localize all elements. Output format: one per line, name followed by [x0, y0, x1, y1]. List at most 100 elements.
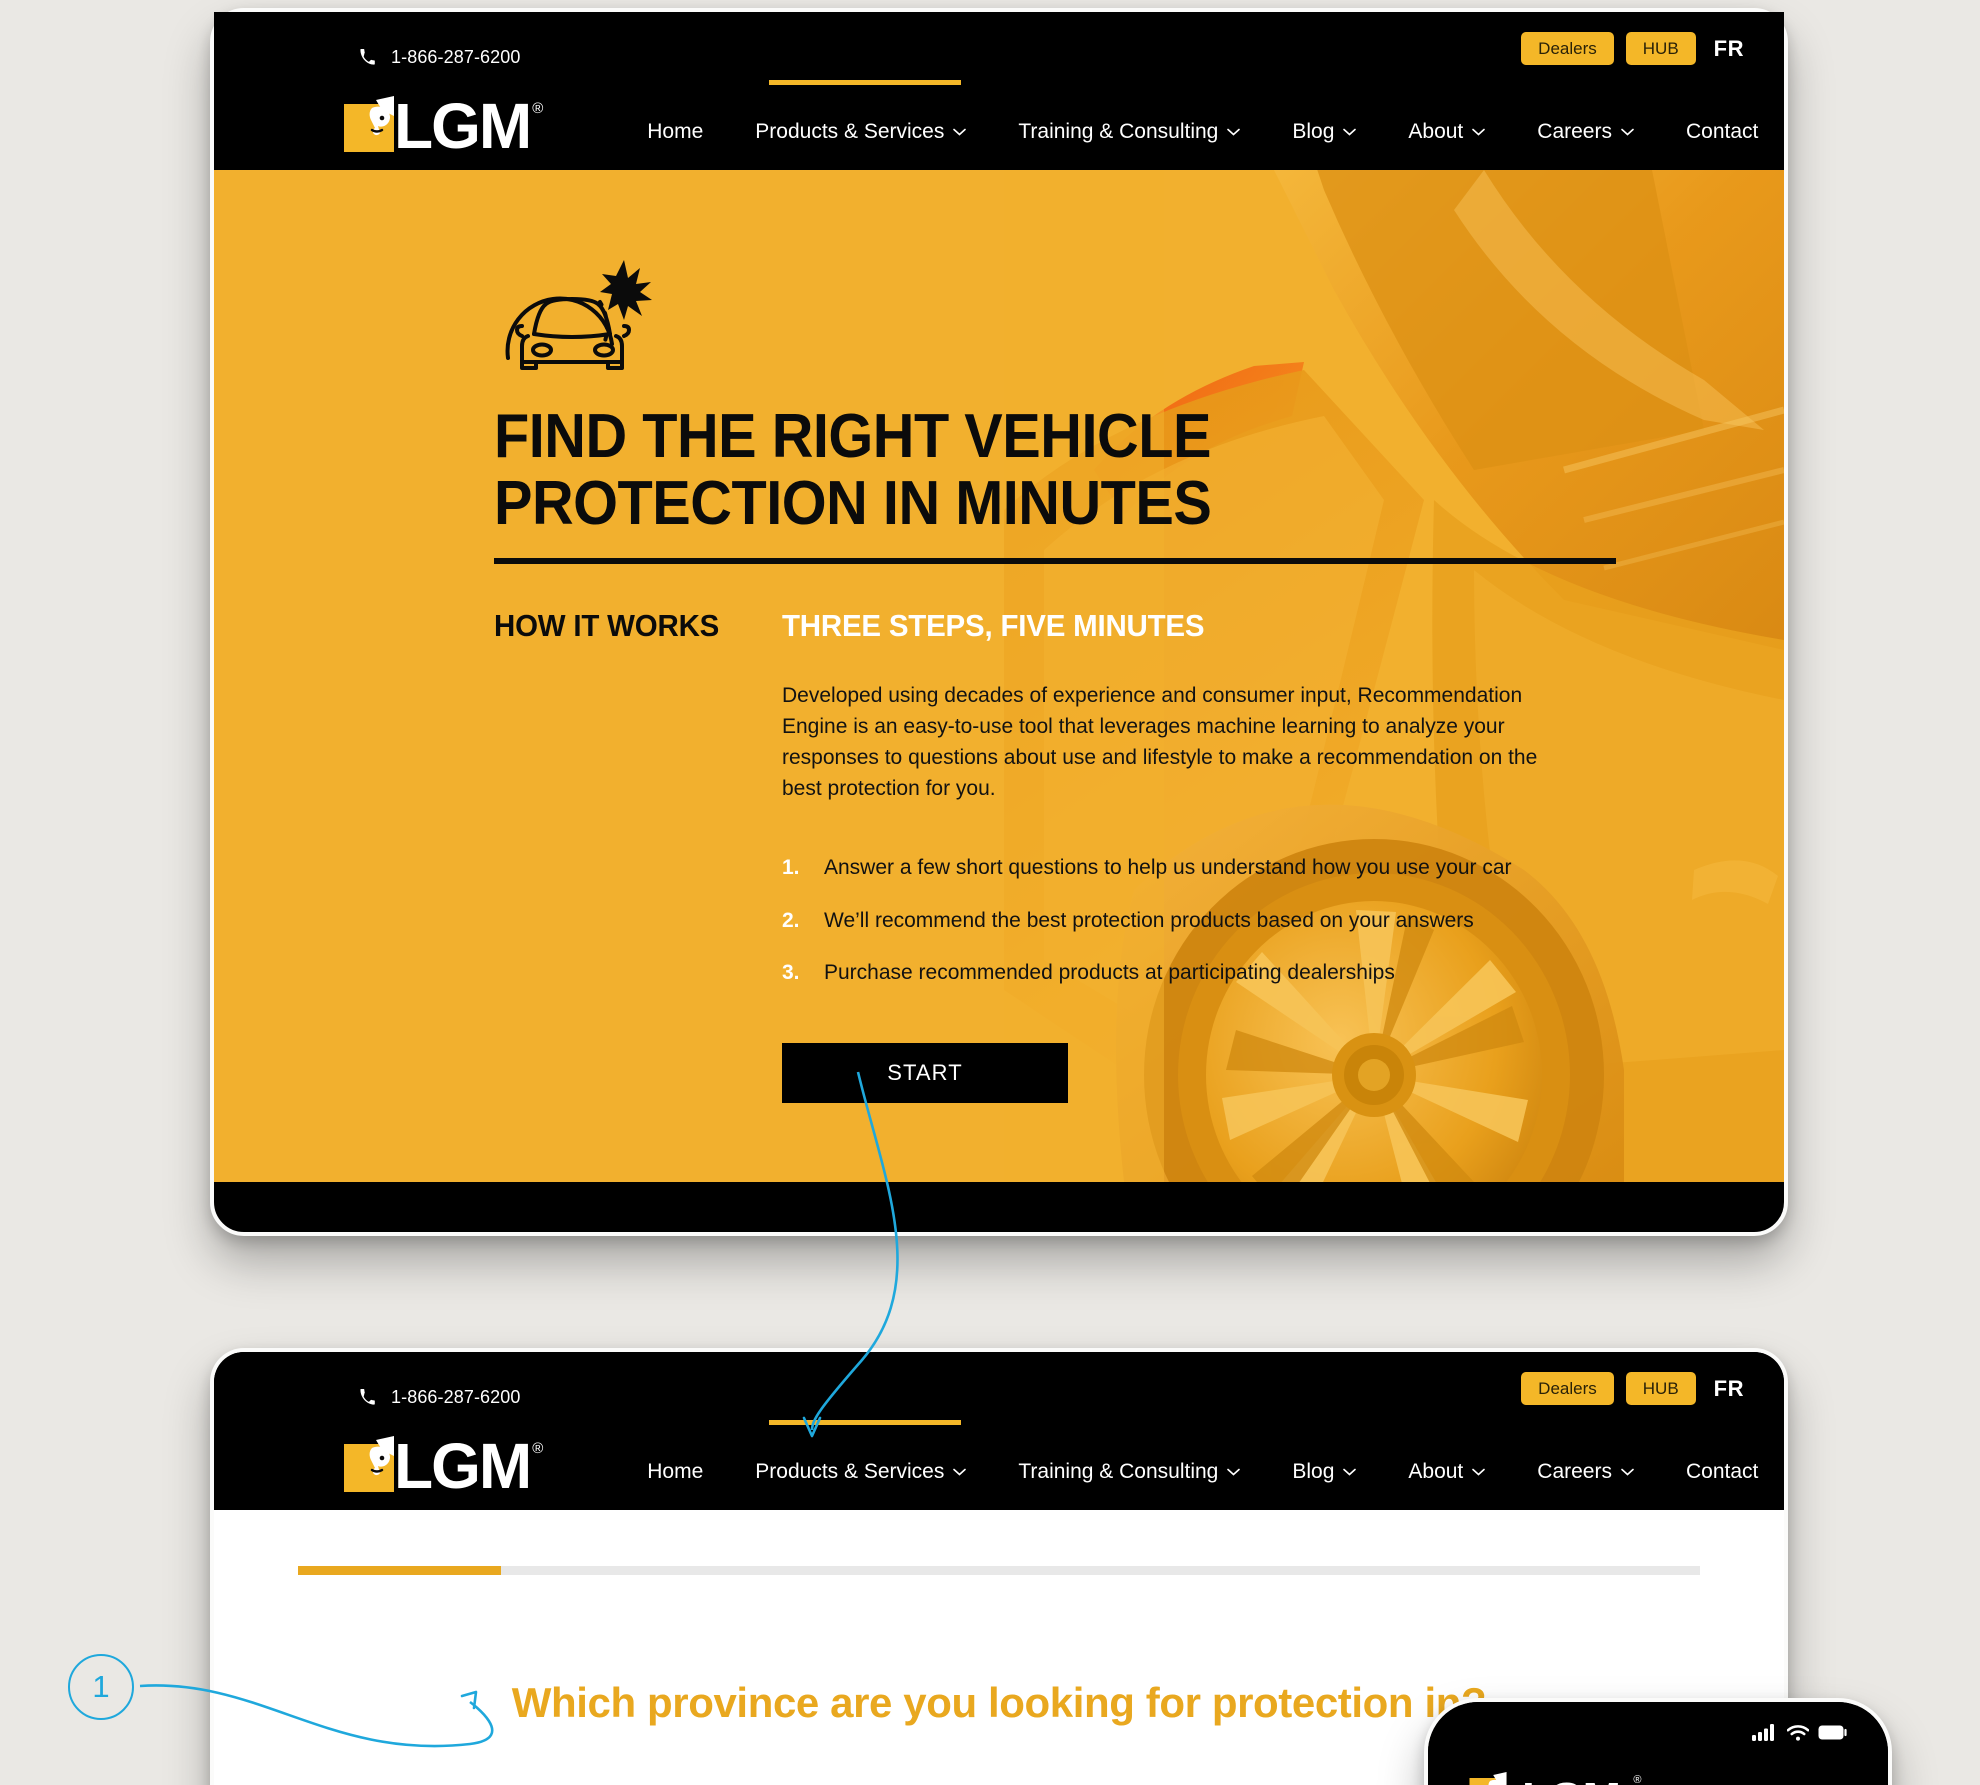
how-it-works-subhead: THREE STEPS, FIVE MINUTES — [782, 607, 1205, 643]
nav-label: Blog — [1292, 1460, 1335, 1483]
page-title: FIND THE RIGHT VEHICLE PROTECTION IN MIN… — [494, 402, 1212, 538]
nav-item-contact[interactable]: Contact — [1660, 120, 1784, 144]
site-logo-2[interactable]: LGM ® — [342, 1429, 583, 1502]
dealers-button-2[interactable]: Dealers — [1521, 1372, 1614, 1405]
phone-status-bar — [1428, 1702, 1888, 1746]
nav-item-home-2[interactable]: Home — [621, 1460, 729, 1484]
list-item: 3. Purchase recommended products at part… — [782, 959, 1422, 987]
phone-contact[interactable]: 1-866-287-6200 — [359, 47, 521, 68]
car-shield-impact-icon — [494, 258, 1784, 370]
logo-wordmark-2: LGM — [394, 1429, 532, 1502]
phone-contact-2[interactable]: 1-866-287-6200 — [359, 1387, 521, 1408]
hero-content: FIND THE RIGHT VEHICLE PROTECTION IN MIN… — [214, 170, 1784, 1104]
nav-label: Training & Consulting — [1018, 120, 1219, 143]
list-item: 2. We’ll recommend the best protection p… — [782, 907, 1474, 935]
site-header-2: 1-866-287-6200 Dealers HUB FR LGM ® Home… — [214, 1352, 1784, 1510]
nav-item-blog[interactable]: Blog — [1266, 120, 1382, 144]
steps-list: 1. Answer a few short questions to help … — [782, 854, 1512, 987]
nav-label: Home — [647, 1460, 704, 1483]
quiz-progress-bar — [298, 1566, 1700, 1575]
signal-bars-icon — [1752, 1724, 1778, 1746]
title-divider — [494, 557, 1616, 564]
active-nav-underline — [769, 80, 961, 85]
nav-item-products-services-2[interactable]: Products & Services — [729, 1460, 992, 1484]
logo-registered-mark: ® — [532, 100, 544, 117]
nav-label: Careers — [1537, 120, 1612, 143]
phone-number-2[interactable]: 1-866-287-6200 — [391, 1387, 521, 1408]
phone-number[interactable]: 1-866-287-6200 — [391, 47, 521, 68]
phone-device: LGM ® Dealers HUB — [1424, 1698, 1892, 1785]
annotation-step-badge: 1 — [68, 1654, 134, 1720]
chevron-down-icon — [1472, 1468, 1486, 1476]
tablet-device-top: 1-866-287-6200 Dealers HUB FR LGM ® Home… — [210, 8, 1788, 1236]
wifi-icon — [1786, 1724, 1810, 1746]
logo-wordmark: LGM — [394, 89, 532, 162]
chevron-down-icon — [1621, 128, 1634, 136]
nav-item-blog-2[interactable]: Blog — [1266, 1460, 1382, 1484]
how-it-works-label: HOW IT WORKS — [494, 607, 720, 643]
nav-item-training-consulting[interactable]: Training & Consulting — [992, 120, 1266, 144]
phone-header: LGM ® Dealers HUB — [1428, 1746, 1888, 1785]
nav-label: Blog — [1292, 120, 1335, 143]
step-number: 1. — [782, 856, 800, 880]
phone-icon — [359, 1388, 376, 1406]
chevron-down-icon — [953, 1468, 967, 1476]
phone-screen: LGM ® Dealers HUB — [1428, 1702, 1888, 1785]
nav-label: Contact — [1685, 120, 1759, 143]
nav-item-careers-2[interactable]: Careers — [1511, 1460, 1660, 1484]
tablet-top-screen: 1-866-287-6200 Dealers HUB FR LGM ® Home… — [214, 12, 1784, 1232]
how-it-works-paragraph: Developed using decades of experience an… — [782, 683, 1538, 801]
step-text: We’ll recommend the best protection prod… — [824, 908, 1474, 932]
utility-bar: 1-866-287-6200 Dealers HUB FR — [214, 12, 1784, 86]
site-header: 1-866-287-6200 Dealers HUB FR LGM ® Home… — [214, 12, 1784, 170]
logo-registered-mark-2: ® — [532, 1440, 544, 1457]
phone-logo-wordmark: LGM — [1522, 1777, 1621, 1785]
nav-item-about-2[interactable]: About — [1382, 1460, 1511, 1484]
nav-label: Careers — [1537, 1460, 1612, 1483]
chevron-down-icon — [1621, 1468, 1634, 1476]
nav-label: Products & Services — [755, 1460, 945, 1483]
hub-button[interactable]: HUB — [1625, 32, 1696, 65]
main-nav-bar-2: LGM ® Home Products & Services Training … — [214, 1426, 1784, 1510]
start-button[interactable]: START — [782, 1043, 1068, 1104]
nav-label: Home — [647, 120, 704, 143]
utility-actions: Dealers HUB FR — [1521, 32, 1744, 65]
active-nav-underline-2 — [769, 1420, 961, 1425]
nav-item-contact-2[interactable]: Contact — [1660, 1460, 1784, 1484]
nav-item-products-services[interactable]: Products & Services — [729, 120, 992, 144]
step-number: 2. — [782, 908, 800, 932]
step-text: Purchase recommended products at partici… — [824, 960, 1395, 984]
nav-item-careers[interactable]: Careers — [1511, 120, 1660, 144]
language-toggle-fr-2[interactable]: FR — [1708, 1376, 1744, 1402]
utility-bar-2: 1-866-287-6200 Dealers HUB FR — [214, 1352, 1784, 1426]
language-toggle-fr[interactable]: FR — [1708, 36, 1744, 62]
how-it-works-body: THREE STEPS, FIVE MINUTES Developed usin… — [782, 607, 1537, 1104]
nav-label: About — [1408, 120, 1464, 143]
chevron-down-icon — [1343, 128, 1357, 136]
nav-item-home[interactable]: Home — [621, 120, 729, 144]
lion-head-icon — [342, 1436, 396, 1494]
phone-icon — [359, 48, 376, 66]
phone-logo-registered-mark: ® — [1633, 1774, 1642, 1785]
hero-section: FIND THE RIGHT VEHICLE PROTECTION IN MIN… — [214, 170, 1784, 1182]
step-number: 3. — [782, 960, 800, 984]
quiz-progress-fill — [298, 1566, 502, 1575]
lion-head-icon — [342, 96, 396, 154]
chevron-down-icon — [1343, 1468, 1357, 1476]
nav-label: Contact — [1685, 1460, 1759, 1483]
how-it-works-row: HOW IT WORKS THREE STEPS, FIVE MINUTES D… — [494, 607, 1784, 1104]
nav-item-about[interactable]: About — [1382, 120, 1511, 144]
list-item: 1. Answer a few short questions to help … — [782, 854, 1512, 882]
hub-button-2[interactable]: HUB — [1625, 1372, 1696, 1405]
step-text: Answer a few short questions to help us … — [824, 856, 1512, 880]
nav-item-training-consulting-2[interactable]: Training & Consulting — [992, 1460, 1266, 1484]
site-logo[interactable]: LGM ® — [342, 89, 583, 162]
primary-navigation-2: Home Products & Services Training & Cons… — [621, 1460, 1784, 1484]
primary-navigation: Home Products & Services Training & Cons… — [621, 120, 1784, 144]
lion-head-icon — [1468, 1772, 1508, 1785]
nav-label: About — [1408, 1460, 1464, 1483]
nav-label: Training & Consulting — [1018, 1460, 1219, 1483]
chevron-down-icon — [1227, 128, 1241, 136]
dealers-button[interactable]: Dealers — [1521, 32, 1614, 65]
chevron-down-icon — [1227, 1468, 1241, 1476]
